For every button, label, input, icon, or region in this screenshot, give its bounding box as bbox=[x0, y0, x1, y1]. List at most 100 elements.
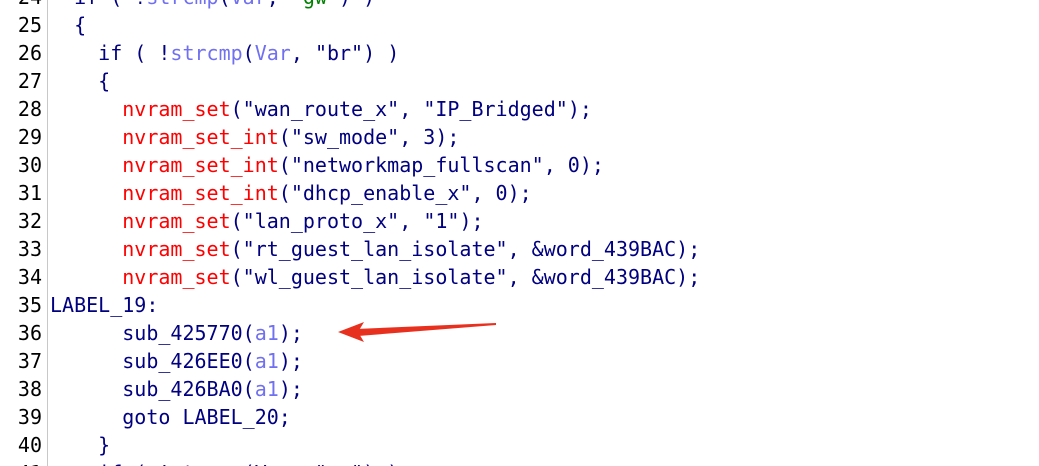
code-token: , &word_439BAC); bbox=[507, 265, 701, 289]
code-token: , bbox=[267, 0, 291, 9]
code-token: { bbox=[74, 13, 87, 37]
code-token: , bbox=[399, 209, 424, 233]
code-token: ( bbox=[230, 97, 243, 121]
code-token: ); bbox=[278, 377, 303, 401]
code-line[interactable]: 41 if ( !strcmp(Var, "ap") ) bbox=[0, 459, 1039, 466]
code-token: ( bbox=[242, 377, 255, 401]
code-text[interactable]: sub_426BA0(a1); bbox=[50, 375, 303, 403]
code-token: "IP_Bridged" bbox=[423, 97, 568, 121]
code-token: strcmp bbox=[146, 0, 218, 9]
code-token: if ( ! bbox=[74, 0, 146, 9]
line-number: 34 bbox=[17, 265, 42, 289]
code-token: ) ) bbox=[363, 41, 400, 65]
code-token: "dhcp_enable_x" bbox=[290, 181, 472, 205]
code-token: "br" bbox=[314, 41, 364, 65]
code-text[interactable]: nvram_set("wan_route_x", "IP_Bridged"); bbox=[50, 95, 592, 123]
code-text[interactable]: } bbox=[50, 431, 110, 459]
code-text[interactable]: if ( !strcmp(Var, "gw") ) bbox=[50, 0, 375, 11]
code-token: ( bbox=[242, 321, 255, 345]
code-token: "sw_mode" bbox=[290, 125, 400, 149]
code-text[interactable]: nvram_set("rt_guest_lan_isolate", &word_… bbox=[50, 235, 700, 263]
code-token: ( bbox=[278, 153, 291, 177]
code-line[interactable]: 35 LABEL_19: bbox=[0, 291, 1039, 319]
line-number: 30 bbox=[17, 153, 42, 177]
code-token: if ( ! bbox=[98, 41, 171, 65]
code-token: nvram_set_int bbox=[122, 181, 279, 205]
code-token: , 3); bbox=[399, 125, 460, 149]
code-editor[interactable]: 24 if ( !strcmp(Var, "gw") )25 {26 if ( … bbox=[0, 0, 1039, 466]
line-number: 26 bbox=[17, 41, 42, 65]
code-token: , bbox=[399, 97, 424, 121]
code-text[interactable]: sub_425770(a1); bbox=[50, 319, 303, 347]
code-token: goto LABEL_20; bbox=[122, 405, 291, 429]
code-text[interactable]: nvram_set("wl_guest_lan_isolate", &word_… bbox=[50, 263, 700, 291]
code-line[interactable]: 33 nvram_set("rt_guest_lan_isolate", &wo… bbox=[0, 235, 1039, 263]
code-line[interactable]: 30 nvram_set_int("networkmap_fullscan", … bbox=[0, 151, 1039, 179]
code-text[interactable]: if ( !strcmp(Var, "br") ) bbox=[50, 39, 399, 67]
code-token: } bbox=[98, 433, 111, 457]
line-number: 37 bbox=[17, 349, 42, 373]
code-token: ( bbox=[242, 41, 255, 65]
code-line[interactable]: 27 { bbox=[0, 67, 1039, 95]
code-token: nvram_set bbox=[122, 97, 231, 121]
code-token: if ( !strcmp(Var, "ap") ) bbox=[98, 461, 399, 466]
code-token: sub_425770 bbox=[122, 321, 243, 345]
code-text[interactable]: nvram_set("lan_proto_x", "1"); bbox=[50, 207, 483, 235]
line-number: 31 bbox=[17, 181, 42, 205]
code-token: sub_426EE0 bbox=[122, 349, 243, 373]
code-line[interactable]: 39 goto LABEL_20; bbox=[0, 403, 1039, 431]
code-token: Var bbox=[254, 41, 291, 65]
code-text[interactable]: if ( !strcmp(Var, "ap") ) bbox=[50, 459, 399, 466]
code-token: , 0); bbox=[543, 153, 604, 177]
code-text[interactable]: nvram_set_int("networkmap_fullscan", 0); bbox=[50, 151, 604, 179]
code-line[interactable]: 28 nvram_set("wan_route_x", "IP_Bridged"… bbox=[0, 95, 1039, 123]
code-token: "lan_proto_x" bbox=[242, 209, 400, 233]
code-line[interactable]: 38 sub_426BA0(a1); bbox=[0, 375, 1039, 403]
code-line[interactable]: 40 } bbox=[0, 431, 1039, 459]
code-line[interactable]: 31 nvram_set_int("dhcp_enable_x", 0); bbox=[0, 179, 1039, 207]
red-arrow-annotation bbox=[338, 322, 496, 342]
code-line[interactable]: 34 nvram_set("wl_guest_lan_isolate", &wo… bbox=[0, 263, 1039, 291]
code-text[interactable]: goto LABEL_20; bbox=[50, 403, 291, 431]
code-token: ); bbox=[567, 97, 592, 121]
code-token: LABEL_19: bbox=[50, 293, 159, 317]
code-line[interactable]: 29 nvram_set_int("sw_mode", 3); bbox=[0, 123, 1039, 151]
code-token: a1 bbox=[254, 321, 279, 345]
code-line[interactable]: 36 sub_425770(a1); bbox=[0, 319, 1039, 347]
line-number: 25 bbox=[17, 13, 42, 37]
code-token: "networkmap_fullscan" bbox=[290, 153, 544, 177]
code-token: Var bbox=[231, 0, 267, 9]
line-number: 28 bbox=[17, 97, 42, 121]
line-number: 41 bbox=[0, 459, 42, 466]
code-text[interactable]: { bbox=[50, 11, 86, 39]
code-token: ( bbox=[242, 349, 255, 373]
code-area[interactable]: 24 if ( !strcmp(Var, "gw") )25 {26 if ( … bbox=[0, 0, 1039, 466]
code-text[interactable]: nvram_set_int("dhcp_enable_x", 0); bbox=[50, 179, 531, 207]
code-text[interactable]: sub_426EE0(a1); bbox=[50, 347, 303, 375]
code-text[interactable]: nvram_set_int("sw_mode", 3); bbox=[50, 123, 459, 151]
code-token: , bbox=[290, 41, 315, 65]
code-line[interactable]: 26 if ( !strcmp(Var, "br") ) bbox=[0, 39, 1039, 67]
code-token: "1" bbox=[423, 209, 460, 233]
code-line[interactable]: 24 if ( !strcmp(Var, "gw") ) bbox=[0, 0, 1039, 11]
line-number: 36 bbox=[17, 321, 42, 345]
code-line[interactable]: 37 sub_426EE0(a1); bbox=[0, 347, 1039, 375]
code-text[interactable]: LABEL_19: bbox=[50, 291, 158, 319]
code-text[interactable]: { bbox=[50, 67, 110, 95]
code-token: strcmp bbox=[170, 41, 243, 65]
code-token: "wan_route_x" bbox=[242, 97, 400, 121]
line-number: 39 bbox=[17, 405, 42, 429]
code-token: sub_426BA0 bbox=[122, 377, 243, 401]
code-line[interactable]: 25 { bbox=[0, 11, 1039, 39]
code-line[interactable]: 32 nvram_set("lan_proto_x", "1"); bbox=[0, 207, 1039, 235]
